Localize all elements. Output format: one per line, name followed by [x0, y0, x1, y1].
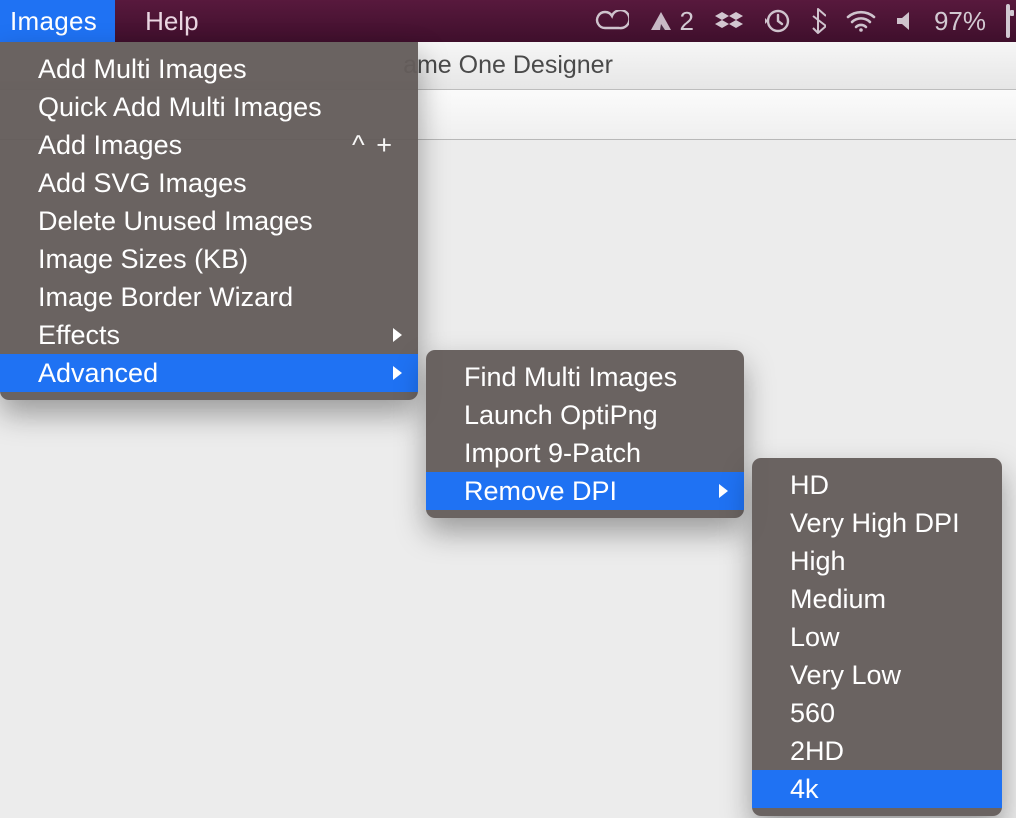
menu-item-dpi-very-low[interactable]: Very Low	[752, 656, 1002, 694]
menu-item-import-9-patch[interactable]: Import 9-Patch	[426, 434, 744, 472]
menu-item-label: Very High DPI	[790, 508, 960, 539]
menu-item-label: Add Images	[38, 130, 182, 161]
menu-item-label: 4k	[790, 774, 819, 805]
menu-item-label: 2HD	[790, 736, 844, 767]
system-menubar: Images Help 2 97%	[0, 0, 1016, 42]
chevron-right-icon	[718, 483, 730, 499]
adobe-updates-icon[interactable]: 2	[649, 6, 693, 37]
creative-cloud-icon[interactable]	[595, 10, 629, 32]
menu-item-label: Delete Unused Images	[38, 206, 313, 237]
advanced-submenu: Find Multi Images Launch OptiPng Import …	[426, 350, 744, 518]
adobe-updates-count: 2	[679, 6, 693, 37]
menu-item-label: Image Sizes (KB)	[38, 244, 248, 275]
menu-item-dpi-4k[interactable]: 4k	[752, 770, 1002, 808]
menu-item-dpi-medium[interactable]: Medium	[752, 580, 1002, 618]
menu-item-advanced[interactable]: Advanced	[0, 354, 418, 392]
wifi-icon[interactable]	[846, 10, 876, 32]
menu-item-effects[interactable]: Effects	[0, 316, 418, 354]
menu-item-label: Low	[790, 622, 840, 653]
menu-item-label: Quick Add Multi Images	[38, 92, 322, 123]
images-menu: Add Multi Images Quick Add Multi Images …	[0, 42, 418, 400]
battery-percent-label: 97%	[934, 6, 986, 37]
menu-item-label: Effects	[38, 320, 120, 351]
volume-icon[interactable]	[896, 10, 914, 32]
menu-item-dpi-very-high[interactable]: Very High DPI	[752, 504, 1002, 542]
menu-item-dpi-high[interactable]: High	[752, 542, 1002, 580]
menu-item-image-sizes[interactable]: Image Sizes (KB)	[0, 240, 418, 278]
menu-item-delete-unused-images[interactable]: Delete Unused Images	[0, 202, 418, 240]
menu-item-label: 560	[790, 698, 835, 729]
remove-dpi-submenu: HD Very High DPI High Medium Low Very Lo…	[752, 458, 1002, 816]
menu-item-label: High	[790, 546, 846, 577]
menu-item-add-svg-images[interactable]: Add SVG Images	[0, 164, 418, 202]
battery-icon[interactable]	[1006, 6, 1010, 37]
chevron-right-icon	[392, 327, 404, 343]
menu-item-dpi-2hd[interactable]: 2HD	[752, 732, 1002, 770]
menu-item-add-multi-images[interactable]: Add Multi Images	[0, 50, 418, 88]
menu-item-label: Launch OptiPng	[464, 400, 658, 431]
menu-item-label: Add SVG Images	[38, 168, 247, 199]
window-title: ame One Designer	[403, 51, 613, 80]
menu-item-label: Very Low	[790, 660, 901, 691]
chevron-right-icon	[392, 365, 404, 381]
menu-item-dpi-low[interactable]: Low	[752, 618, 1002, 656]
menu-item-launch-optipng[interactable]: Launch OptiPng	[426, 396, 744, 434]
menu-item-quick-add-multi-images[interactable]: Quick Add Multi Images	[0, 88, 418, 126]
bluetooth-icon[interactable]	[810, 8, 826, 34]
menu-item-label: Image Border Wizard	[38, 282, 293, 313]
menu-item-dpi-560[interactable]: 560	[752, 694, 1002, 732]
menu-item-image-border-wizard[interactable]: Image Border Wizard	[0, 278, 418, 316]
menu-item-find-multi-images[interactable]: Find Multi Images	[426, 358, 744, 396]
menu-item-label: Medium	[790, 584, 886, 615]
menu-item-remove-dpi[interactable]: Remove DPI	[426, 472, 744, 510]
menubar-help[interactable]: Help	[115, 6, 198, 37]
menu-item-label: HD	[790, 470, 829, 501]
menu-item-label: Find Multi Images	[464, 362, 677, 393]
menu-item-label: Advanced	[38, 358, 158, 389]
menu-item-add-images[interactable]: Add Images ^ +	[0, 126, 418, 164]
menu-item-dpi-hd[interactable]: HD	[752, 466, 1002, 504]
menu-item-label: Import 9-Patch	[464, 438, 641, 469]
menubar-active-menu[interactable]: Images	[0, 0, 115, 42]
menubar-status-area: 2 97%	[595, 0, 1010, 42]
menu-item-label: Add Multi Images	[38, 54, 247, 85]
menu-item-shortcut: ^ +	[322, 130, 394, 161]
dropbox-icon[interactable]	[714, 10, 744, 32]
time-machine-icon[interactable]	[764, 8, 790, 34]
menu-item-label: Remove DPI	[464, 476, 617, 507]
